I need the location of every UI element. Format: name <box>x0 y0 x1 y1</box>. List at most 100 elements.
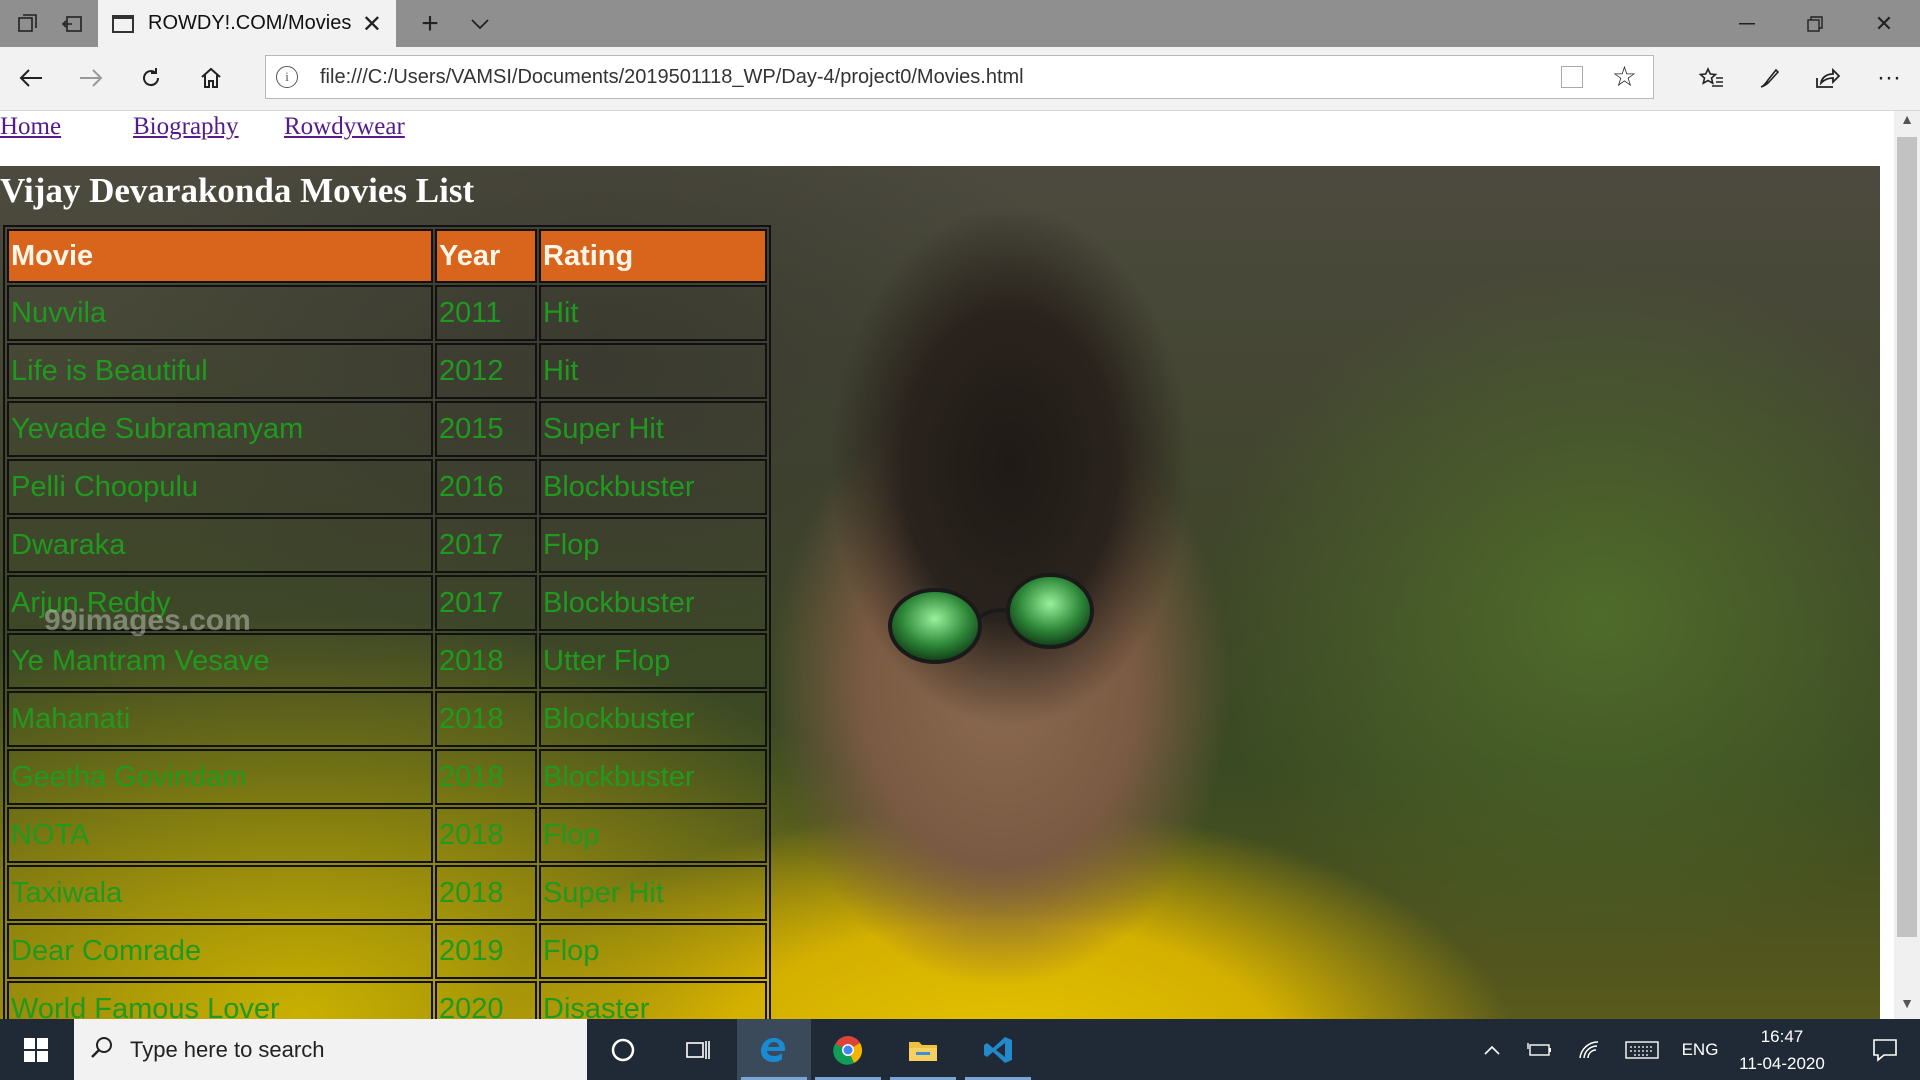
clock-time: 16:47 <box>1760 1027 1804 1046</box>
cell-movie: NOTA <box>7 807 433 863</box>
pen-icon[interactable] <box>1746 57 1792 99</box>
search-icon <box>90 1035 114 1064</box>
table-row: Life is Beautiful 2012 Hit <box>7 343 767 399</box>
cell-year: 2018 <box>435 865 537 921</box>
battery-icon[interactable] <box>1522 1019 1558 1080</box>
table-row: Yevade Subramanyam 2015 Super Hit <box>7 401 767 457</box>
taskbar-search-box[interactable]: Type here to search <box>74 1019 587 1080</box>
cell-year: 2016 <box>435 459 537 515</box>
page-icon <box>112 14 134 33</box>
vscode-icon[interactable] <box>961 1019 1035 1080</box>
cell-movie: Nuvvila <box>7 285 433 341</box>
cell-rating: Super Hit <box>539 401 767 457</box>
scroll-down-icon[interactable]: ▼ <box>1894 995 1920 1019</box>
wifi-icon[interactable] <box>1572 1019 1608 1080</box>
cell-rating: Super Hit <box>539 865 767 921</box>
browser-tab-bar: ROWDY!.COM/Movies ✕ + ✕ <box>0 0 1920 47</box>
reading-view-icon[interactable] <box>1561 66 1583 88</box>
restore-icon[interactable] <box>1781 0 1849 47</box>
cell-movie: Life is Beautiful <box>7 343 433 399</box>
set-tabs-aside-icon[interactable] <box>52 0 92 47</box>
table-row: Mahanati 2018 Blockbuster <box>7 691 767 747</box>
cell-rating: Blockbuster <box>539 749 767 805</box>
cell-year: 2020 <box>435 981 537 1019</box>
cell-year: 2018 <box>435 807 537 863</box>
page-viewport: Home Biography Rowdywear Vijay Devarakon… <box>0 111 1894 1019</box>
home-icon[interactable] <box>188 57 234 99</box>
cell-rating: Blockbuster <box>539 459 767 515</box>
nav-link-home[interactable]: Home <box>0 113 61 141</box>
cell-year: 2015 <box>435 401 537 457</box>
cell-rating: Blockbuster <box>539 575 767 631</box>
browser-toolbar: i file:///C:/Users/VAMSI/Documents/20195… <box>0 47 1920 111</box>
nav-link-biography[interactable]: Biography <box>133 113 239 141</box>
cell-movie: World Famous Lover <box>7 981 433 1019</box>
cell-movie: Dwaraka <box>7 517 433 573</box>
chevron-down-icon[interactable] <box>458 0 502 47</box>
keyboard-icon[interactable] <box>1622 1019 1662 1080</box>
nav-link-rowdywear[interactable]: Rowdywear <box>284 113 405 141</box>
cell-rating: Flop <box>539 517 767 573</box>
more-icon[interactable]: ··· <box>1866 57 1912 99</box>
cell-year: 2018 <box>435 691 537 747</box>
cell-rating: Flop <box>539 923 767 979</box>
back-icon[interactable] <box>8 57 54 99</box>
cell-rating: Disaster <box>539 981 767 1019</box>
task-view-icon[interactable] <box>660 1019 734 1080</box>
cell-movie: Pelli Choopulu <box>7 459 433 515</box>
cell-rating: Hit <box>539 343 767 399</box>
favorites-icon[interactable] <box>1688 57 1734 99</box>
table-row: Taxiwala 2018 Super Hit <box>7 865 767 921</box>
minimize-icon[interactable] <box>1713 0 1781 47</box>
scrollbar-thumb[interactable] <box>1897 137 1917 937</box>
file-explorer-icon[interactable] <box>886 1019 960 1080</box>
new-tab-icon[interactable]: + <box>408 0 452 47</box>
clock-date: 11-04-2020 <box>1739 1054 1825 1073</box>
windows-taskbar: Type here to search ENG 16:47 11-04-2020 <box>0 1019 1920 1080</box>
cell-year: 2017 <box>435 575 537 631</box>
sunglasses-graphic <box>888 573 1094 664</box>
url-text[interactable]: file:///C:/Users/VAMSI/Documents/2019501… <box>320 66 1024 89</box>
cell-rating: Utter Flop <box>539 633 767 689</box>
vertical-scrollbar[interactable]: ▲ ▼ <box>1894 111 1920 1019</box>
page-title: Vijay Devarakonda Movies List <box>0 171 475 210</box>
cell-year: 2018 <box>435 633 537 689</box>
cortana-icon[interactable] <box>586 1019 660 1080</box>
cell-year: 2019 <box>435 923 537 979</box>
system-clock[interactable]: 16:47 11-04-2020 <box>1713 1023 1851 1077</box>
table-row: Dwaraka 2017 Flop <box>7 517 767 573</box>
close-window-icon[interactable]: ✕ <box>1850 0 1918 47</box>
table-row: Dear Comrade 2019 Flop <box>7 923 767 979</box>
refresh-icon[interactable] <box>128 57 174 99</box>
site-nav: Home Biography Rowdywear <box>0 111 1894 166</box>
cell-year: 2018 <box>435 749 537 805</box>
cell-movie: Mahanati <box>7 691 433 747</box>
cell-year: 2012 <box>435 343 537 399</box>
scroll-up-icon[interactable]: ▲ <box>1894 111 1920 135</box>
cell-movie: Taxiwala <box>7 865 433 921</box>
favorite-star-icon[interactable]: ☆ <box>1612 60 1637 93</box>
cell-movie: Dear Comrade <box>7 923 433 979</box>
tab-manager-icon[interactable] <box>8 0 48 47</box>
column-header-year: Year <box>435 229 537 283</box>
cell-rating: Hit <box>539 285 767 341</box>
address-bar[interactable]: i file:///C:/Users/VAMSI/Documents/20195… <box>265 55 1654 99</box>
image-watermark: 99images.com <box>44 604 251 637</box>
edge-browser-icon[interactable] <box>737 1019 811 1080</box>
show-hidden-icons-icon[interactable] <box>1478 1019 1506 1080</box>
table-row: Nuvvila 2011 Hit <box>7 285 767 341</box>
windows-start-icon[interactable] <box>0 1019 72 1080</box>
tab-title: ROWDY!.COM/Movies <box>148 12 352 34</box>
close-tab-icon[interactable]: ✕ <box>362 10 382 39</box>
table-row: NOTA 2018 Flop <box>7 807 767 863</box>
cell-year: 2017 <box>435 517 537 573</box>
cell-year: 2011 <box>435 285 537 341</box>
share-icon[interactable] <box>1804 57 1850 99</box>
forward-icon[interactable] <box>68 57 114 99</box>
active-tab[interactable]: ROWDY!.COM/Movies ✕ <box>98 0 396 47</box>
chrome-icon[interactable] <box>811 1019 885 1080</box>
info-icon[interactable]: i <box>276 66 298 88</box>
cell-rating: Blockbuster <box>539 691 767 747</box>
notifications-icon[interactable] <box>1850 1019 1920 1080</box>
cell-rating: Flop <box>539 807 767 863</box>
